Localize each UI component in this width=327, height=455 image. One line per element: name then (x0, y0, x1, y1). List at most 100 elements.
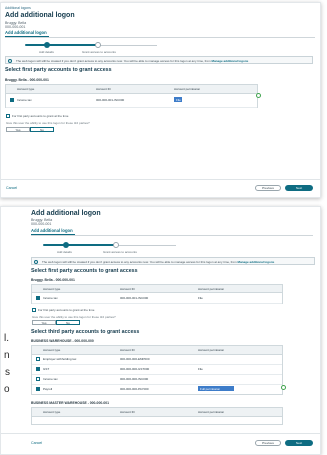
cropped-text-4: o (4, 384, 10, 395)
row-account-id: 000-000-000-GST000 (120, 367, 150, 371)
row-account-id: 000-000-001-INC000 (96, 98, 125, 102)
row-checkbox[interactable] (36, 296, 40, 300)
tab-add-additional-logon[interactable]: Add additional logon (5, 30, 47, 35)
row-permission: File (198, 367, 203, 371)
col-header-permission: Account permission (198, 348, 225, 352)
step-1-dot (63, 242, 69, 248)
step-1-dot (44, 42, 50, 48)
third-party-question: Give this user the ability to use this l… (6, 121, 90, 125)
cropped-text-3: s (5, 367, 10, 378)
row-checkbox[interactable] (36, 367, 40, 371)
permission-input[interactable]: Full permission (198, 386, 234, 391)
first-party-table: Account type Account ID Account permissi… (5, 84, 258, 108)
future-accounts-checkbox[interactable] (6, 114, 10, 118)
progress-track-complete (25, 44, 97, 46)
row-account-type: Income tax (17, 98, 32, 102)
next-button[interactable]: Next (285, 185, 313, 191)
group-title: Bruggy. Bella - 000-000-001 (31, 278, 75, 282)
col-header-type: Account type (17, 87, 35, 91)
cancel-link[interactable]: Cancel (6, 186, 17, 190)
third-party-question: Give this user the ability to use this l… (32, 315, 116, 319)
row-checkbox[interactable] (36, 377, 40, 381)
row-checkbox[interactable] (36, 387, 40, 391)
back-link[interactable]: Additional logons (5, 6, 31, 10)
info-banner: The web logon will still be created if y… (5, 56, 313, 64)
yes-option[interactable]: Yes (32, 320, 56, 325)
col-header-permission: Account permission (198, 287, 225, 291)
col-header-type: Account type (43, 287, 61, 291)
future-accounts-label: For first party accounts to grant at the… (12, 114, 69, 118)
no-option[interactable]: No (30, 127, 54, 132)
manage-logons-link[interactable]: Manage additional logons (238, 260, 275, 264)
future-accounts-checkbox[interactable] (32, 308, 36, 312)
col-header-id: Account ID (120, 410, 135, 414)
previous-button[interactable]: Previous (255, 185, 281, 191)
no-option[interactable]: No (56, 320, 80, 325)
row-account-id: 000-000-001-INC000 (120, 296, 149, 300)
col-header-permission: Account permission (174, 87, 201, 91)
row-checkbox[interactable] (36, 357, 40, 361)
step-2-label: Grant access to accounts (103, 250, 137, 254)
info-text: The web logon will still be created if y… (42, 259, 238, 264)
group-title: Bruggy. Bella - 000-000-001 (5, 78, 49, 82)
footer-bar: Cancel Previous Next (1, 433, 320, 454)
cancel-link[interactable]: Cancel (31, 441, 42, 445)
manage-logons-link[interactable]: Manage additional logons (212, 59, 249, 63)
previous-button[interactable]: Previous (255, 440, 281, 446)
first-party-table: Account type Account ID Account permissi… (31, 284, 283, 304)
permission-input[interactable]: File (174, 97, 182, 102)
table-row[interactable]: Income tax 000-000-001-INC000 File (32, 292, 282, 304)
page-title: Add additional logon (5, 12, 75, 19)
info-icon (8, 58, 12, 63)
row-account-type: GST (43, 367, 50, 371)
col-header-id: Account ID (96, 87, 111, 91)
info-banner: The web logon will still be created if y… (31, 257, 315, 265)
section-title-first-party: Select first party accounts to grant acc… (5, 67, 112, 73)
col-header-id: Account ID (120, 348, 135, 352)
step-2-dot (113, 242, 119, 248)
tab-divider (5, 37, 315, 38)
footer-bar: Cancel Previous Next (1, 179, 320, 197)
third-party-table: Account type Account ID Account permissi… (31, 345, 283, 395)
step-1-label: Add details (39, 50, 54, 54)
row-checkbox[interactable] (10, 98, 14, 102)
screen-grant-access-third-party: Add additional logon Bruggy. Bella 000-0… (0, 206, 321, 455)
cropped-text-1: l. (4, 333, 9, 344)
section-title-first-party: Select first party accounts to grant acc… (31, 268, 138, 274)
progress-track-remaining (97, 44, 157, 46)
section-title-third-party: Select third party accounts to grant acc… (31, 329, 140, 335)
step-2-dot (95, 42, 101, 48)
customer-id: 000-000-001 (5, 25, 26, 29)
page-title: Add additional logon (31, 210, 101, 217)
tab-divider (31, 235, 313, 236)
info-text: The web logon will still be created if y… (16, 58, 212, 63)
cropped-text-2: n (4, 350, 10, 361)
col-header-type: Account type (43, 348, 61, 352)
table-row[interactable]: Income tax 000-000-001-INC000 File (6, 93, 257, 108)
table-header: Account type Account ID Account permissi… (32, 408, 282, 417)
row-account-type: Payroll (43, 387, 53, 391)
third-party-table-2: Account type Account ID Account permissi… (31, 407, 283, 425)
col-header-permission: Account permission (198, 410, 225, 414)
row-account-type: Employer withholding tax (43, 357, 77, 361)
step-2-label: Grant access to accounts (82, 50, 116, 54)
resize-handle[interactable] (281, 385, 286, 390)
progress-track-complete (43, 244, 116, 246)
next-button[interactable]: Next (285, 440, 313, 446)
col-header-type: Account type (43, 410, 61, 414)
group-title-business-master-warehouse: BUSINESS MASTER WAREHOUSE - 000-000-001 (31, 401, 110, 405)
row-account-id: 000-000-000-EMP000 (120, 357, 150, 361)
tab-add-additional-logon[interactable]: Add additional logon (31, 228, 73, 233)
row-account-id: 000-000-000-INC000 (120, 377, 149, 381)
table-row[interactable]: Payroll 000-000-000-PAY000 Full permissi… (32, 384, 282, 394)
progress-track-remaining (116, 244, 176, 246)
row-account-type: Income tax (43, 296, 58, 300)
screen-grant-access-first-party: Additional logons Add additional logon B… (0, 2, 321, 198)
resize-handle[interactable] (256, 93, 261, 98)
info-icon (34, 259, 38, 264)
yes-option[interactable]: Yes (6, 127, 30, 132)
col-header-id: Account ID (120, 287, 135, 291)
row-account-id: 000-000-000-PAY000 (120, 387, 149, 391)
future-accounts-label: For first party accounts to grant at the… (38, 308, 95, 312)
group-title-business-warehouse: BUSINESS WAREHOUSE - 000-000-000 (31, 339, 94, 343)
